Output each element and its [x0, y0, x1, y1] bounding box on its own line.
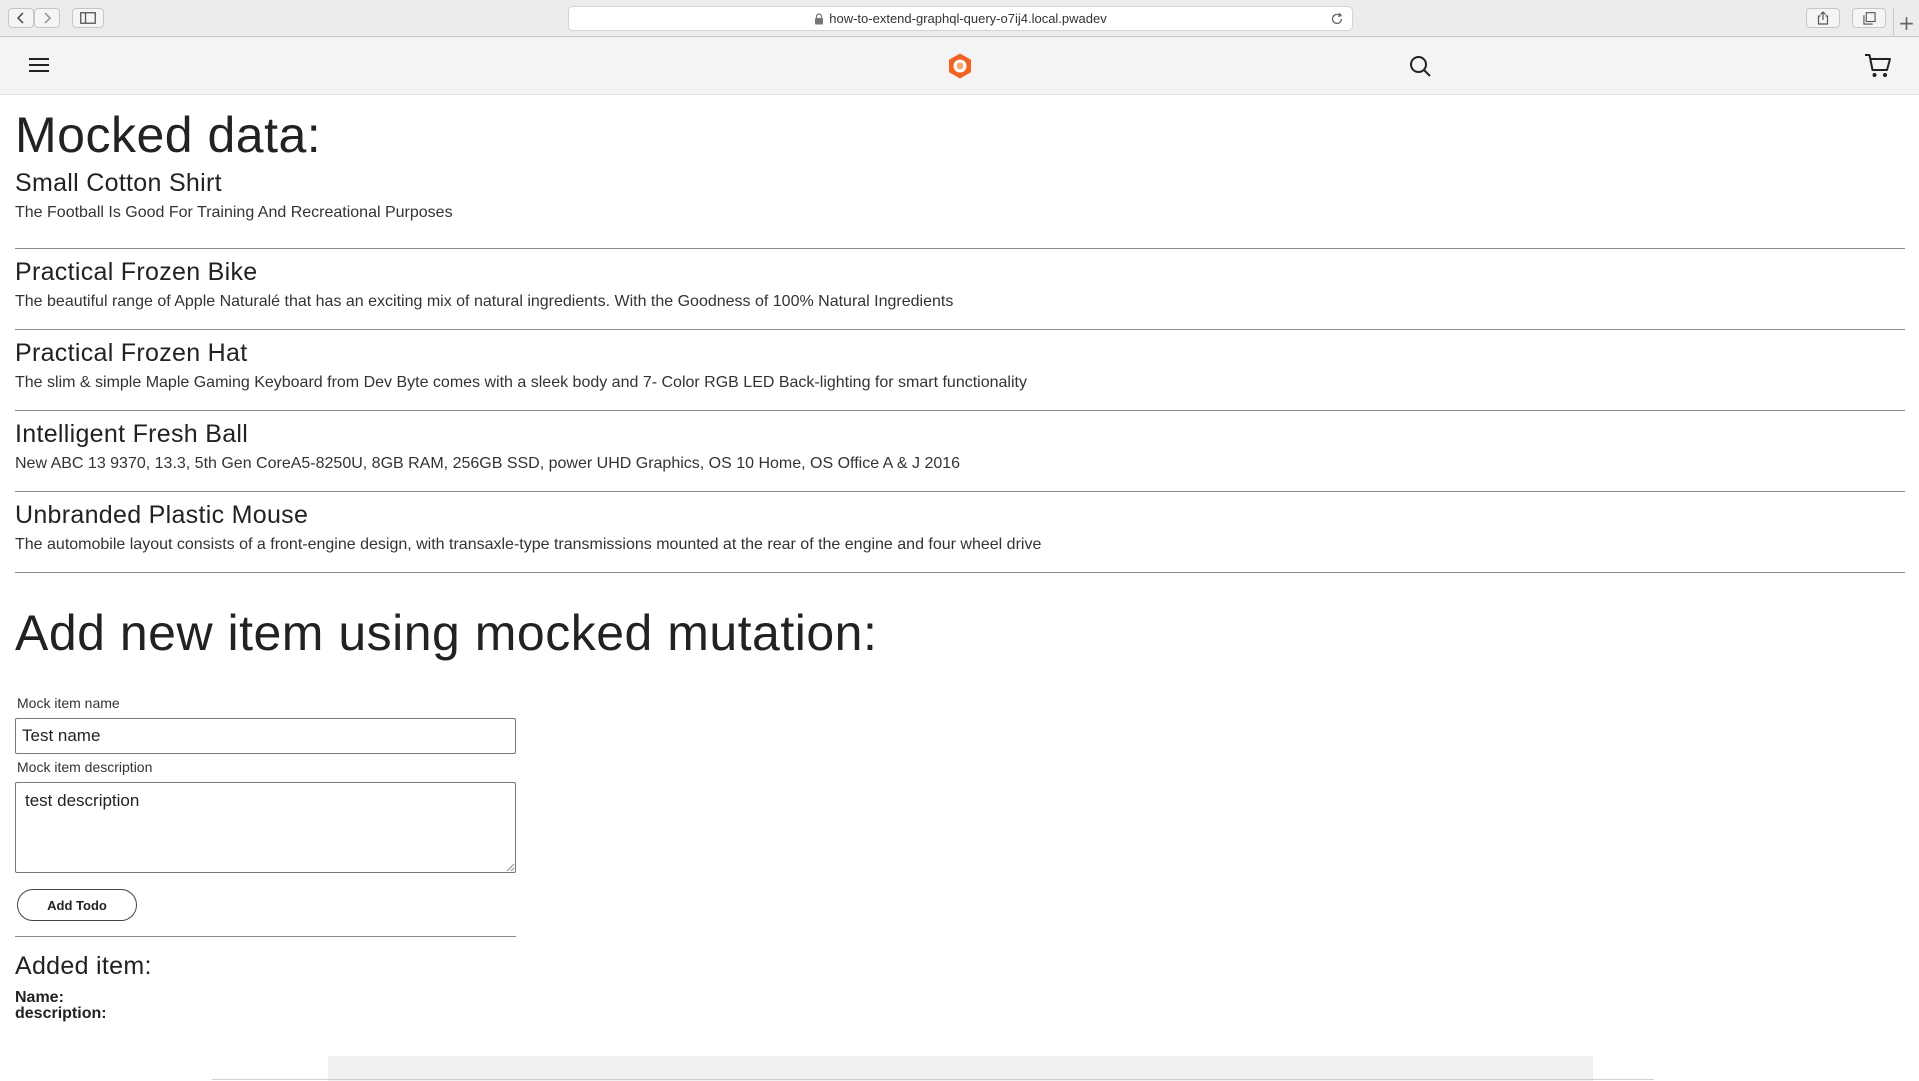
add-todo-button[interactable]: Add Todo: [17, 889, 137, 921]
mock-item-description-textarea[interactable]: test description: [15, 782, 516, 873]
hamburger-menu-icon[interactable]: [26, 53, 52, 77]
sidebar-toggle-button[interactable]: [72, 8, 104, 28]
tabs-icon: [1862, 11, 1876, 25]
new-tab-button[interactable]: +: [1893, 8, 1919, 37]
chevron-right-icon: [44, 12, 52, 24]
item-description: The slim & simple Maple Gaming Keyboard …: [15, 374, 1027, 391]
share-button[interactable]: [1806, 8, 1840, 28]
list-item: Unbranded Plastic Mouse The automobile l…: [15, 492, 1905, 573]
sidebar-icon: [80, 12, 96, 24]
footer-divider: [212, 1079, 1654, 1080]
mocked-item-list: Small Cotton Shirt The Football Is Good …: [15, 168, 1905, 573]
forward-button[interactable]: [34, 8, 60, 28]
site-header: [0, 37, 1919, 95]
footer-strip: [328, 1056, 1593, 1081]
shopping-cart-icon[interactable]: [1863, 52, 1893, 80]
share-icon: [1817, 11, 1829, 25]
item-name: Unbranded Plastic Mouse: [15, 501, 309, 529]
added-item-name-label: Name:: [15, 989, 64, 1006]
tabs-overview-button[interactable]: [1852, 8, 1886, 28]
lock-icon: [815, 12, 824, 24]
item-description: The beautiful range of Apple Naturalé th…: [15, 293, 954, 310]
item-name: Practical Frozen Bike: [15, 258, 258, 286]
add-item-heading: Add new item using mocked mutation:: [15, 605, 878, 661]
browser-toolbar: how-to-extend-graphql-query-o7ij4.local.…: [0, 0, 1919, 37]
back-button[interactable]: [8, 8, 34, 28]
item-name: Practical Frozen Hat: [15, 339, 248, 367]
list-item: Intelligent Fresh Ball New ABC 13 9370, …: [15, 411, 1905, 492]
reload-icon[interactable]: [1330, 12, 1344, 26]
mocked-data-heading: Mocked data:: [15, 107, 322, 163]
address-bar[interactable]: how-to-extend-graphql-query-o7ij4.local.…: [568, 6, 1353, 31]
description-field-label: Mock item description: [17, 759, 153, 775]
resize-grip-icon[interactable]: [505, 862, 515, 872]
list-item: Practical Frozen Hat The slim & simple M…: [15, 330, 1905, 411]
added-item-description-label: description:: [15, 1005, 107, 1022]
url-text: how-to-extend-graphql-query-o7ij4.local.…: [829, 11, 1107, 26]
search-icon[interactable]: [1406, 52, 1434, 80]
mock-item-name-input[interactable]: [15, 718, 516, 754]
name-field-label: Mock item name: [17, 695, 120, 711]
added-item-heading: Added item:: [15, 952, 152, 980]
divider: [15, 936, 516, 937]
item-name: Small Cotton Shirt: [15, 169, 222, 197]
chevron-left-icon: [16, 12, 24, 24]
list-item: Practical Frozen Bike The beautiful rang…: [15, 249, 1905, 330]
brand-logo-icon[interactable]: [945, 51, 975, 81]
item-description: The Football Is Good For Training And Re…: [15, 204, 453, 221]
item-description: The automobile layout consists of a fron…: [15, 536, 1042, 553]
item-description: New ABC 13 9370, 13.3, 5th Gen CoreA5-82…: [15, 455, 961, 472]
item-name: Intelligent Fresh Ball: [15, 420, 249, 448]
list-item: Small Cotton Shirt The Football Is Good …: [15, 168, 1905, 249]
